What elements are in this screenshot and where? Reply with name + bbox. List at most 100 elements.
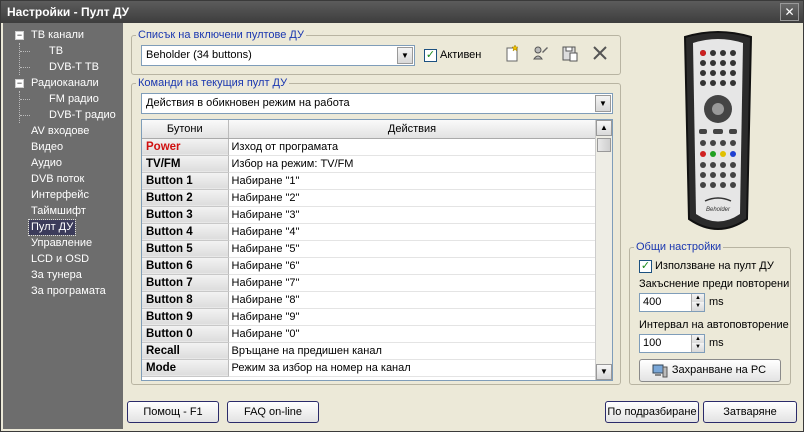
row-button-cell[interactable]: TV/FM [142, 155, 229, 173]
commands-table-body: Power Изход от програмата TV/FM Избор на ре… [142, 138, 596, 377]
row-action-cell[interactable]: Набиране "4" [228, 223, 596, 241]
row-action-cell[interactable]: Режим за избор на номер на канал [228, 359, 596, 377]
row-button-cell[interactable]: Button 1 [142, 172, 229, 190]
table-row[interactable]: Button 2 Набиране "2" [142, 189, 596, 207]
decrement-icon[interactable]: ▼ [691, 343, 704, 352]
row-button-cell[interactable]: Button 2 [142, 189, 229, 207]
delete-remote-icon[interactable] [589, 44, 611, 66]
tree-item-dvbt-radio[interactable]: DVB-T радио [47, 108, 118, 123]
scroll-thumb[interactable] [597, 138, 611, 152]
use-remote-label: Използване на пулт ДУ [655, 260, 774, 272]
tree-item-dvbt-tv[interactable]: DVB-T ТВ [47, 60, 101, 75]
save-remote-icon[interactable] [559, 44, 581, 66]
table-row[interactable]: Button 5 Набиране "5" [142, 240, 596, 258]
tree-item-timeshift[interactable]: Таймшифт [29, 204, 88, 219]
row-button-cell[interactable]: Button 5 [142, 240, 229, 258]
tree-item-about-tuner[interactable]: За тунера [29, 268, 84, 283]
pc-power-icon [652, 363, 668, 386]
table-row[interactable]: Button 3 Набиране "3" [142, 206, 596, 224]
row-button-cell[interactable]: Button 8 [142, 291, 229, 309]
tree-item-audio[interactable]: Аудио [29, 156, 64, 171]
row-button-cell[interactable]: Power [142, 138, 229, 156]
row-button-cell[interactable]: Button 9 [142, 308, 229, 326]
remote-list-legend: Списък на включени пултове ДУ [138, 29, 304, 41]
row-button-cell[interactable]: Button 0 [142, 325, 229, 343]
repeat-delay-unit: ms [709, 296, 724, 308]
remote-picture: Beholder [643, 29, 793, 249]
pc-power-button[interactable]: Захранване на PC [639, 359, 781, 382]
row-action-cell[interactable]: Набиране "7" [228, 274, 596, 292]
row-action-cell[interactable]: Набиране "0" [228, 325, 596, 343]
tree-item-tv-channels[interactable]: ТВ канали [29, 28, 86, 43]
column-header-actions[interactable]: Действия [228, 120, 597, 139]
row-button-cell[interactable]: Button 7 [142, 274, 229, 292]
autorepeat-interval-label: Интервал на автоповторение [639, 319, 789, 331]
table-row[interactable]: Button 0 Набиране "0" [142, 325, 596, 343]
table-row[interactable]: Button 4 Набиране "4" [142, 223, 596, 241]
row-button-cell[interactable]: Button 4 [142, 223, 229, 241]
row-action-cell[interactable]: Избор на режим: TV/FM [228, 155, 596, 173]
decrement-icon[interactable]: ▼ [691, 302, 704, 311]
tree-item-interface[interactable]: Интерфейс [29, 188, 91, 203]
use-remote-checkbox[interactable]: ✓ [639, 260, 652, 273]
table-row[interactable]: Button 1 Набиране "1" [142, 172, 596, 190]
table-row[interactable]: Mode Режим за избор на номер на канал [142, 359, 596, 377]
tree-item-radio-channels[interactable]: Радиоканали [29, 76, 101, 91]
row-button-cell[interactable]: Button 6 [142, 257, 229, 275]
tree-item-tv[interactable]: ТВ [47, 44, 65, 59]
tree-item-dvb-stream[interactable]: DVB поток [29, 172, 86, 187]
table-row[interactable]: Button 7 Набиране "7" [142, 274, 596, 292]
tree-item-control[interactable]: Управление [29, 236, 94, 251]
row-button-cell[interactable]: Mode [142, 359, 229, 377]
close-button[interactable]: Затваряне [703, 401, 797, 423]
scroll-down-icon[interactable]: ▼ [596, 364, 612, 380]
row-action-cell[interactable]: Набиране "1" [228, 172, 596, 190]
row-action-cell[interactable]: Изход от програмата [228, 138, 596, 156]
active-label: Активен [440, 49, 482, 61]
add-remote-icon[interactable] [501, 44, 523, 66]
row-action-cell[interactable]: Набиране "6" [228, 257, 596, 275]
active-checkbox[interactable]: ✓ [424, 49, 437, 62]
autorepeat-interval-input[interactable]: 100 ▲ ▼ [639, 334, 705, 353]
row-action-cell[interactable]: Набиране "3" [228, 206, 596, 224]
repeat-delay-input[interactable]: 400 ▲ ▼ [639, 293, 705, 312]
table-row[interactable]: Power Изход от програмата [142, 138, 596, 156]
row-button-cell[interactable]: Button 3 [142, 206, 229, 224]
window-title: Настройки - Пулт ДУ [7, 5, 130, 19]
tree-item-av-inputs[interactable]: AV входове [29, 124, 91, 139]
help-button[interactable]: Помощ - F1 [127, 401, 219, 423]
tree-item-about-program[interactable]: За програмата [29, 284, 108, 299]
close-icon[interactable]: ✕ [780, 3, 799, 21]
table-row[interactable]: Button 8 Набиране "8" [142, 291, 596, 309]
row-action-cell[interactable]: Набиране "9" [228, 308, 596, 326]
table-row[interactable]: TV/FM Избор на режим: TV/FM [142, 155, 596, 173]
autorepeat-interval-unit: ms [709, 337, 724, 349]
tree-item-video[interactable]: Видео [29, 140, 65, 155]
defaults-button[interactable]: По подразбиране [605, 401, 699, 423]
scroll-up-icon[interactable]: ▲ [596, 120, 612, 136]
row-action-cell[interactable]: Връщане на предишен канал [228, 342, 596, 360]
chevron-down-icon[interactable]: ▼ [397, 47, 413, 64]
collapse-tv-icon[interactable]: − [15, 31, 24, 40]
mode-select[interactable]: Действия в обикновен режим на работа ▼ [141, 93, 613, 114]
row-button-cell[interactable]: Recall [142, 342, 229, 360]
remote-select[interactable]: Beholder (34 buttons) ▼ [141, 45, 415, 66]
tree-item-fm-radio[interactable]: FM радио [47, 92, 101, 107]
collapse-radio-icon[interactable]: − [15, 79, 24, 88]
settings-window: Настройки - Пулт ДУ ✕ − ТВ канали ТВ DVB… [0, 0, 804, 432]
tree-item-remote[interactable]: Пулт ДУ [27, 219, 77, 236]
row-action-cell[interactable]: Набиране "5" [228, 240, 596, 258]
chevron-down-icon[interactable]: ▼ [595, 95, 611, 112]
edit-remote-icon[interactable] [529, 44, 551, 66]
table-row[interactable]: Button 9 Набиране "9" [142, 308, 596, 326]
row-action-cell[interactable]: Набиране "2" [228, 189, 596, 207]
column-header-buttons[interactable]: Бутони [142, 120, 229, 139]
tree-item-lcd-osd[interactable]: LCD и OSD [29, 252, 91, 267]
table-row[interactable]: Recall Връщане на предишен канал [142, 342, 596, 360]
table-scrollbar[interactable]: ▲ ▼ [595, 120, 612, 380]
table-row[interactable]: Button 6 Набиране "6" [142, 257, 596, 275]
repeat-delay-value: 400 [643, 296, 662, 308]
title-bar[interactable]: Настройки - Пулт ДУ ✕ [1, 1, 803, 23]
row-action-cell[interactable]: Набиране "8" [228, 291, 596, 309]
faq-online-button[interactable]: FAQ on-line [227, 401, 319, 423]
